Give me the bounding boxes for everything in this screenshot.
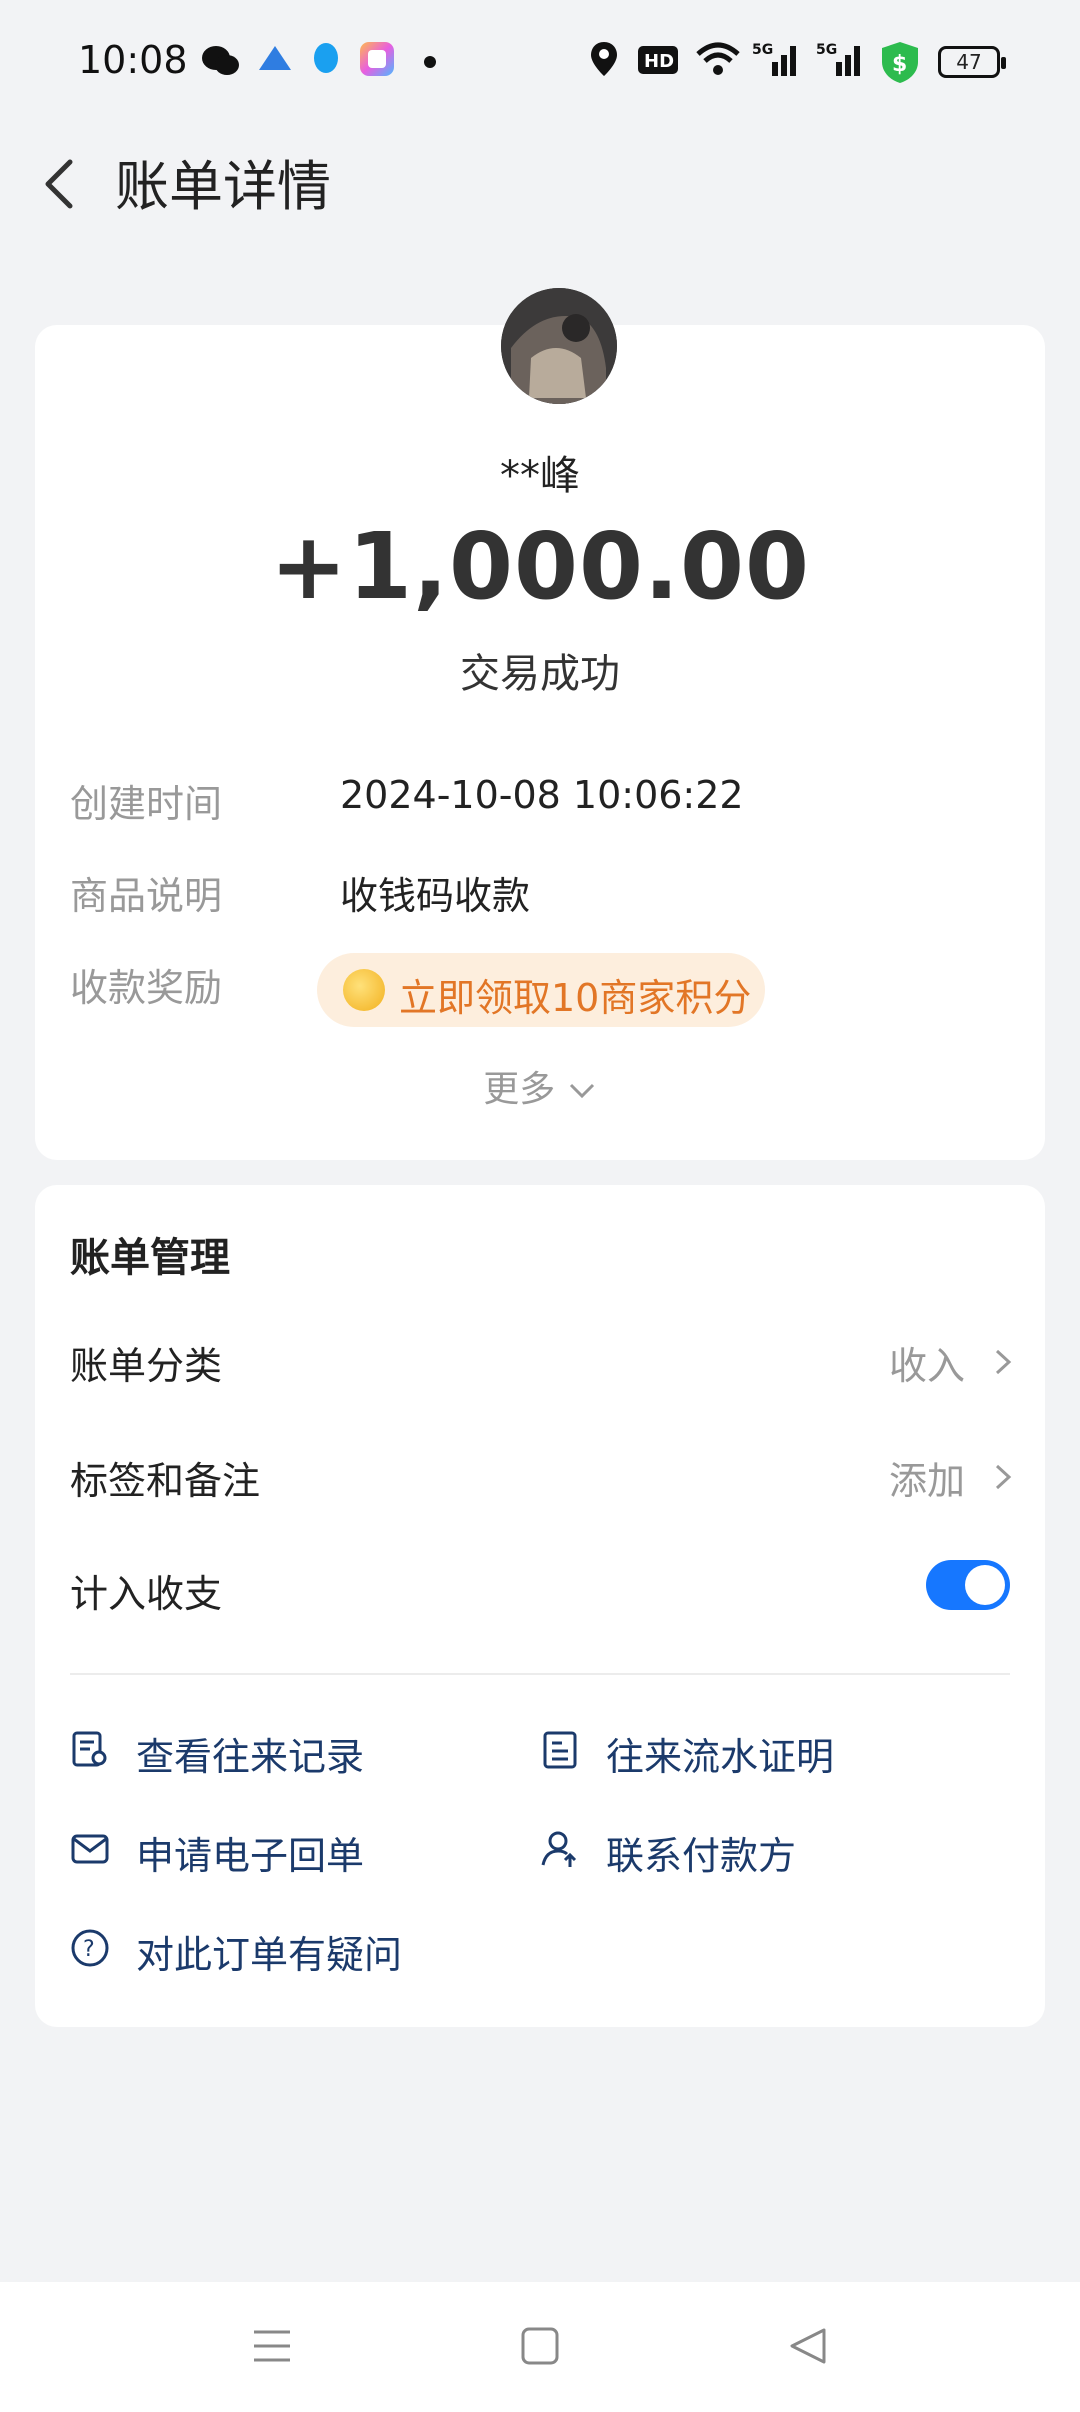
wifi-icon	[696, 42, 740, 75]
coin-icon	[343, 969, 385, 1011]
hd-icon: HD	[638, 46, 678, 74]
claim-reward-button[interactable]: 立即领取10商家积分	[317, 953, 765, 1027]
security-icon: $	[882, 42, 918, 83]
back-nav-icon[interactable]	[786, 2324, 830, 2368]
contact-icon	[541, 1831, 577, 1867]
section-title: 账单管理	[70, 1235, 230, 1281]
system-nav-bar	[0, 2282, 1080, 2412]
svg-text:5G: 5G	[816, 42, 837, 58]
home-icon[interactable]	[518, 2324, 562, 2368]
toggle-knob	[965, 1565, 1005, 1605]
back-button[interactable]	[30, 148, 100, 218]
chevron-right-icon	[995, 1349, 1012, 1375]
location-icon	[591, 42, 617, 76]
chevron-left-icon	[45, 159, 73, 209]
product-desc-value: 收钱码收款	[340, 874, 531, 918]
dot-icon	[424, 56, 436, 68]
tags-notes-label: 标签和备注	[70, 1459, 261, 1503]
gallery-icon	[360, 42, 394, 76]
status-bar: 10:08 HD 5G 5G $ 47	[0, 0, 1080, 120]
statement-proof-label: 往来流水证明	[606, 1735, 835, 1779]
reward-text: 立即领取10商家积分	[399, 976, 752, 1020]
bill-category-value: 收入	[888, 1344, 965, 1388]
e-receipt-label: 申请电子回单	[136, 1834, 365, 1878]
order-question-label: 对此订单有疑问	[136, 1933, 403, 1977]
svg-text:5G: 5G	[752, 42, 773, 58]
payer-name: **峰	[500, 453, 580, 499]
include-income-toggle[interactable]	[926, 1560, 1010, 1610]
bill-management-card: 账单管理 账单分类 收入 标签和备注 添加 计入收支 查看往来记录 往来流水证明…	[35, 1185, 1045, 2027]
svg-text:?: ?	[83, 1937, 95, 1962]
reward-label: 收款奖励	[70, 966, 223, 1010]
more-button[interactable]: 更多	[35, 1060, 1045, 1112]
divider	[70, 1673, 1010, 1675]
transaction-amount: +1,000.00	[269, 513, 811, 620]
product-desc-label: 商品说明	[70, 874, 223, 918]
wechat-icon	[202, 46, 239, 75]
created-time-value: 2024-10-08 10:06:22	[340, 773, 744, 817]
chevron-down-icon	[569, 1083, 594, 1099]
mail-icon	[71, 1834, 109, 1864]
signal-5g-icon: 5G	[752, 42, 796, 76]
svg-text:HD: HD	[644, 51, 674, 72]
bill-category-label: 账单分类	[70, 1344, 223, 1388]
header: 账单详情	[0, 120, 1080, 240]
app-icon	[259, 46, 291, 70]
contact-payer-label: 联系付款方	[606, 1834, 797, 1878]
more-label: 更多	[483, 1069, 556, 1110]
page-title: 账单详情	[115, 155, 331, 218]
tags-notes-row[interactable]: 标签和备注 添加	[35, 1430, 1045, 1520]
view-records-label: 查看往来记录	[136, 1735, 365, 1779]
include-income-label: 计入收支	[70, 1572, 223, 1616]
status-time: 10:08	[78, 38, 188, 82]
question-icon: ?	[71, 1929, 109, 1967]
chevron-right-icon	[995, 1464, 1012, 1490]
records-icon	[72, 1731, 107, 1767]
transaction-status: 交易成功	[460, 651, 620, 697]
created-time-label: 创建时间	[70, 782, 223, 826]
bill-summary-card: **峰 +1,000.00 交易成功 创建时间 2024-10-08 10:06…	[35, 288, 1045, 1160]
qq-icon	[314, 43, 338, 73]
tags-notes-value: 添加	[888, 1459, 965, 1503]
avatar[interactable]	[501, 288, 617, 404]
svg-text:$: $	[892, 52, 907, 77]
statement-icon	[543, 1731, 577, 1769]
avatar-image	[501, 288, 617, 404]
include-income-row: 计入收支	[35, 1543, 1045, 1633]
menu-icon[interactable]	[250, 2324, 294, 2368]
signal-5g-icon: 5G	[816, 42, 860, 76]
battery-indicator: 47	[938, 46, 1006, 78]
bill-category-row[interactable]: 账单分类 收入	[35, 1315, 1045, 1405]
